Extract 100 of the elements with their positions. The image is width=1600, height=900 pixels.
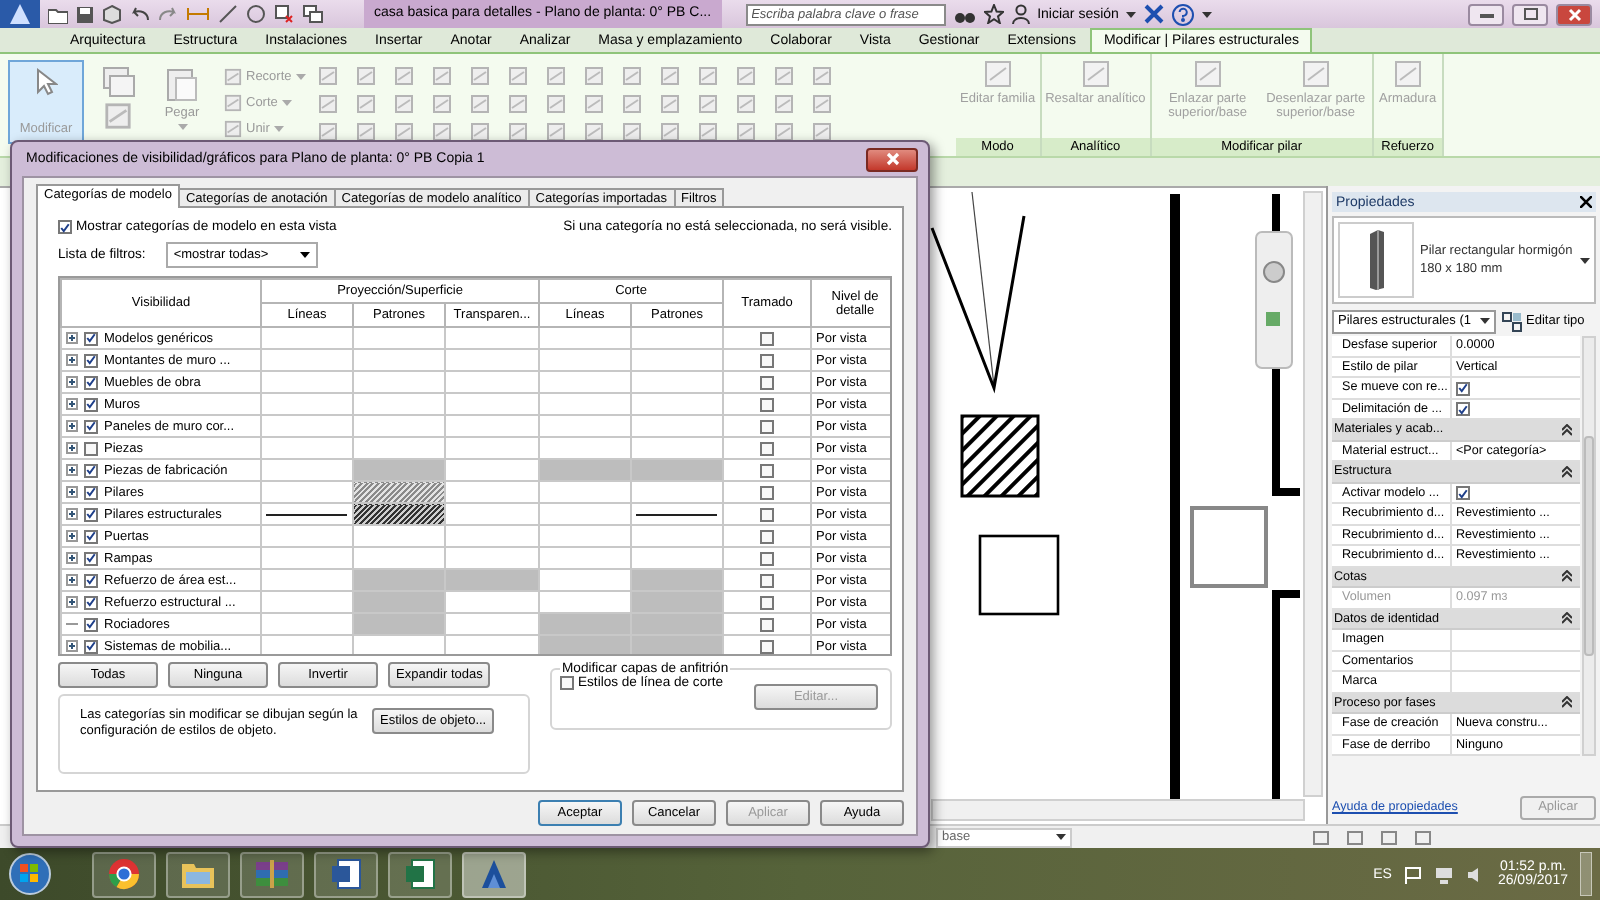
column-outline <box>1190 506 1268 588</box>
taskbar-app[interactable] <box>462 851 526 897</box>
checkbox[interactable] <box>84 485 98 499</box>
taskbar-app[interactable] <box>314 851 378 897</box>
expand-icon[interactable] <box>66 332 78 344</box>
tool-icon[interactable] <box>431 122 452 142</box>
checkbox[interactable] <box>760 551 775 565</box>
caret-icon <box>273 125 284 131</box>
star-icon[interactable] <box>983 4 1004 24</box>
open-folder-icon[interactable] <box>48 5 68 23</box>
expand-icon[interactable] <box>66 640 78 652</box>
expand-icon[interactable] <box>66 530 78 542</box>
cube-icon[interactable] <box>102 4 122 24</box>
scrollbar[interactable] <box>931 799 1305 821</box>
expand-icon[interactable] <box>66 464 78 476</box>
switch-windows-icon[interactable] <box>302 4 324 24</box>
checkbox[interactable] <box>760 639 775 653</box>
checkbox[interactable] <box>760 485 775 499</box>
checkbox[interactable] <box>84 397 98 411</box>
checkbox[interactable] <box>84 573 98 587</box>
checkbox[interactable] <box>760 617 775 631</box>
checkbox[interactable] <box>760 595 775 609</box>
checkbox[interactable] <box>760 573 775 587</box>
tool-icon[interactable] <box>545 122 566 142</box>
checkbox[interactable] <box>84 617 98 631</box>
help-icon[interactable] <box>1172 3 1195 25</box>
checkbox[interactable] <box>84 353 98 367</box>
expand-icon[interactable] <box>66 508 78 520</box>
tool-icon[interactable] <box>773 122 794 142</box>
tool-icon[interactable] <box>355 122 376 142</box>
checkbox[interactable] <box>760 441 775 455</box>
tool-icon[interactable] <box>393 122 414 142</box>
taskbar-app[interactable] <box>388 851 452 897</box>
expand-icon[interactable] <box>66 376 78 388</box>
column-outline <box>978 534 1060 616</box>
measure-icon[interactable] <box>186 6 210 22</box>
expand-icon[interactable] <box>66 552 78 564</box>
undo-icon[interactable] <box>130 6 150 22</box>
checkbox[interactable] <box>560 676 574 690</box>
redo-icon[interactable] <box>158 6 178 22</box>
checkbox[interactable] <box>760 529 775 543</box>
spreadsheet-icon <box>404 858 436 890</box>
checkbox[interactable] <box>760 419 775 433</box>
close-button[interactable] <box>1556 3 1592 25</box>
expand-icon[interactable] <box>66 442 78 454</box>
checkbox[interactable] <box>760 463 775 477</box>
expand-icon[interactable] <box>66 596 78 608</box>
checkbox[interactable] <box>1456 486 1470 500</box>
checkbox[interactable] <box>84 529 98 543</box>
checkbox[interactable] <box>84 441 98 455</box>
expand-icon[interactable] <box>66 398 78 410</box>
flag-icon[interactable] <box>1403 865 1422 883</box>
tool-icon[interactable] <box>317 122 338 142</box>
close-button[interactable] <box>866 147 918 171</box>
checkbox[interactable] <box>84 507 98 521</box>
checkbox[interactable] <box>760 331 775 345</box>
expand-icon[interactable] <box>66 574 78 586</box>
tool-icon[interactable] <box>507 122 528 142</box>
close-icon[interactable] <box>1580 196 1592 208</box>
close-icon <box>885 152 899 166</box>
app-logo-icon[interactable] <box>0 0 40 28</box>
checkbox[interactable] <box>84 595 98 609</box>
minimize-icon <box>1479 11 1493 17</box>
expand-icon[interactable] <box>66 354 78 366</box>
expand-icon[interactable] <box>66 420 78 432</box>
checkbox[interactable] <box>58 220 72 234</box>
checkbox[interactable] <box>1456 402 1470 416</box>
checkbox[interactable] <box>760 375 775 389</box>
checkbox[interactable] <box>84 551 98 565</box>
checkbox[interactable] <box>84 419 98 433</box>
checkbox[interactable] <box>760 507 775 521</box>
scrollbar[interactable] <box>1303 191 1323 797</box>
maximize-button[interactable] <box>1512 3 1548 25</box>
checkbox[interactable] <box>1456 381 1470 395</box>
taskbar-app[interactable] <box>166 851 230 897</box>
checkbox[interactable] <box>760 397 775 411</box>
expand-icon[interactable] <box>66 486 78 498</box>
tool-icon[interactable] <box>621 122 642 142</box>
show-desktop-icon[interactable] <box>1580 852 1592 896</box>
save-icon[interactable] <box>76 5 94 23</box>
scrollbar[interactable] <box>1582 336 1596 756</box>
tool-icon[interactable] <box>469 122 490 142</box>
checkbox[interactable] <box>84 463 98 477</box>
tool-icon[interactable] <box>583 122 604 142</box>
column-icon <box>1366 228 1386 292</box>
checkbox[interactable] <box>760 353 775 367</box>
minimize-button[interactable] <box>1468 3 1504 25</box>
tool-icon[interactable] <box>735 122 756 142</box>
checkbox[interactable] <box>84 375 98 389</box>
checkbox[interactable] <box>84 331 98 345</box>
taskbar-app[interactable] <box>240 851 304 897</box>
taskbar-app[interactable] <box>92 851 156 897</box>
checkbox[interactable] <box>84 639 98 653</box>
user-icon[interactable] <box>1011 4 1030 24</box>
close-hidden-icon[interactable] <box>274 4 294 24</box>
tool-icon[interactable] <box>697 122 718 142</box>
start-orb-icon[interactable] <box>8 852 52 896</box>
network-icon[interactable] <box>1433 865 1454 883</box>
tool-icon[interactable] <box>811 122 832 142</box>
tool-icon[interactable] <box>659 122 680 142</box>
